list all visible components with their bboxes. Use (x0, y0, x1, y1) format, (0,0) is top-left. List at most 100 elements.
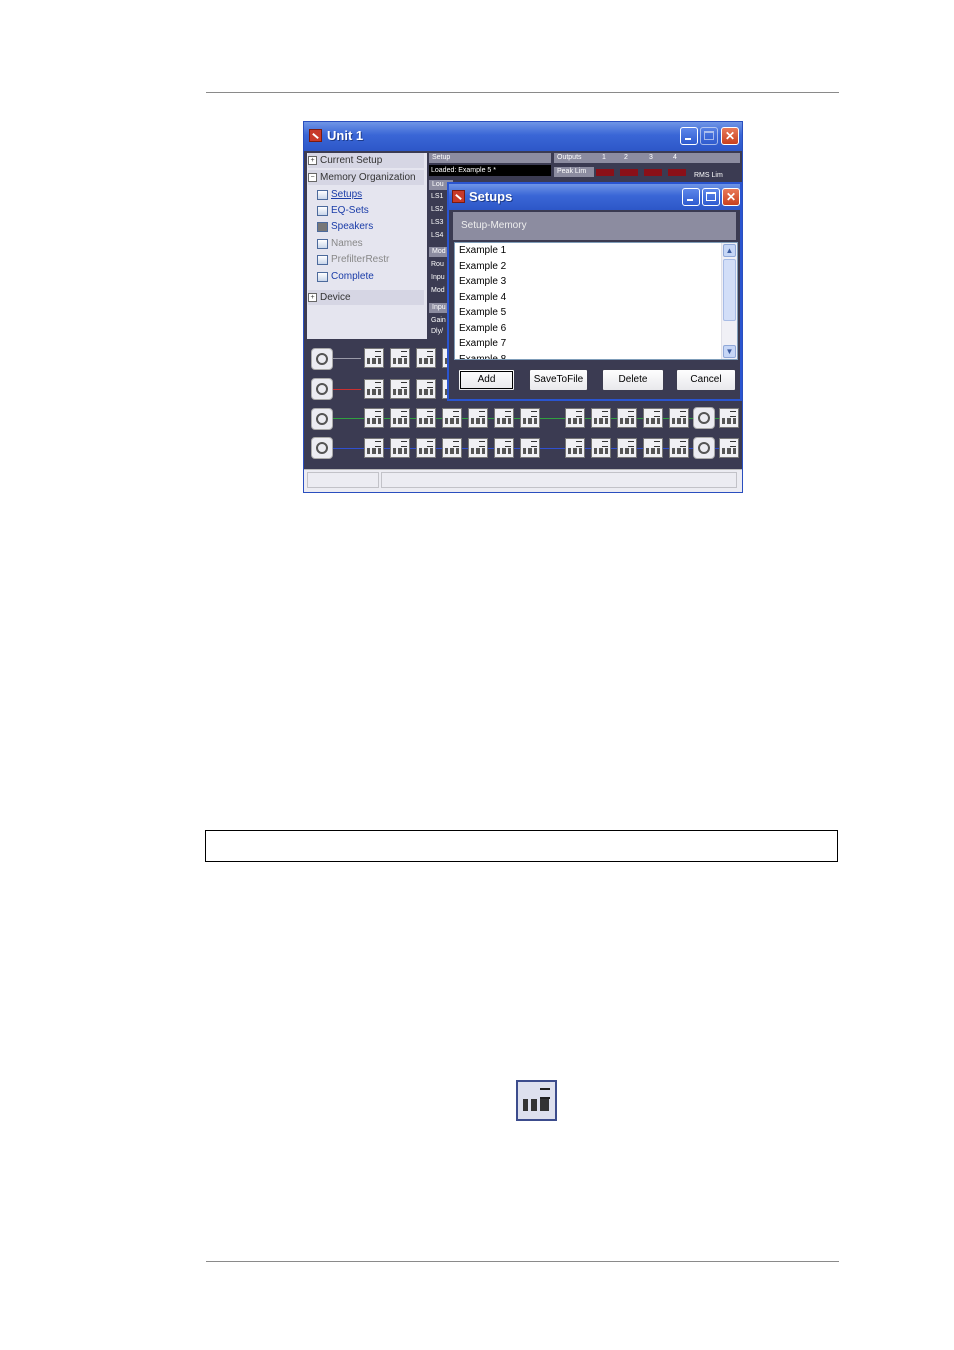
maximize-button[interactable] (700, 127, 718, 145)
tree-memory-organization-label: Memory Organization (320, 172, 416, 183)
list-item[interactable]: Example 8 (455, 352, 737, 360)
gain-block-icon[interactable] (669, 438, 689, 458)
filter-block-icon[interactable] (565, 408, 585, 428)
tree-item-prefilter[interactable]: PrefilterRestr (317, 254, 389, 265)
filter-block-icon[interactable] (416, 379, 436, 399)
dialog-minimize-button[interactable] (682, 188, 700, 206)
eq-block-icon-large (516, 1080, 557, 1121)
dialog-close-button[interactable]: ✕ (722, 188, 740, 206)
speaker-block-icon[interactable] (591, 438, 611, 458)
channel-2: 2 (624, 154, 628, 161)
outputs-header: Outputs 1 2 3 4 (554, 153, 740, 163)
tree-device[interactable]: + Device (308, 290, 424, 305)
list-item[interactable]: Example 3 (455, 274, 737, 290)
expand-icon[interactable]: + (308, 293, 317, 302)
expand-icon[interactable]: + (308, 156, 317, 165)
cancel-button[interactable]: Cancel (676, 369, 736, 391)
list-item[interactable]: Example 4 (455, 290, 737, 306)
setup-list[interactable]: Example 1 Example 2 Example 3 Example 4 … (454, 242, 738, 360)
note-box (205, 830, 838, 862)
save-to-file-button[interactable]: SaveToFile (529, 369, 588, 391)
amp-block-icon[interactable] (719, 438, 739, 458)
input-icon[interactable] (311, 437, 333, 459)
tree-item-setups[interactable]: Setups (317, 189, 362, 200)
wire-channel-1 (331, 358, 361, 359)
ls2-label: LS2 (431, 206, 444, 213)
tree-memory-organization[interactable]: − Memory Organization (308, 170, 424, 185)
close-button[interactable]: ✕ (721, 127, 739, 145)
list-item[interactable]: Example 1 (455, 243, 737, 259)
tree-item-label: EQ-Sets (331, 205, 369, 216)
filter-block-icon[interactable] (468, 408, 488, 428)
filter-block-icon[interactable] (390, 438, 410, 458)
output-meter-2 (620, 169, 638, 176)
delay-block-icon[interactable] (494, 408, 514, 428)
delete-button[interactable]: Delete (602, 369, 664, 391)
scroll-down-icon[interactable]: ▼ (723, 345, 736, 358)
app-icon (309, 129, 322, 142)
crossover-block-icon[interactable] (617, 408, 637, 428)
collapse-icon[interactable]: − (308, 173, 317, 182)
list-item[interactable]: Example 2 (455, 259, 737, 275)
delay-block-icon[interactable] (494, 438, 514, 458)
output-icon[interactable] (693, 407, 715, 429)
tree-item-complete[interactable]: Complete (317, 271, 374, 282)
ls3-label: LS3 (431, 219, 444, 226)
tree-current-setup-label: Current Setup (320, 155, 383, 166)
add-button[interactable]: Add (458, 369, 515, 391)
tree-current-setup[interactable]: + Current Setup (308, 153, 424, 168)
names-icon (317, 238, 328, 249)
tree-item-eq-sets[interactable]: EQ-Sets (317, 205, 369, 216)
minimize-button[interactable] (680, 127, 698, 145)
navigation-tree: + Current Setup − Memory Organization Se… (307, 153, 427, 339)
dialog-titlebar[interactable]: Setups ✕ (449, 184, 740, 210)
filter-block-icon[interactable] (390, 379, 410, 399)
output-meter-3 (644, 169, 662, 176)
filter-block-icon[interactable] (468, 438, 488, 458)
crossover-block-icon[interactable] (617, 438, 637, 458)
speaker-block-icon[interactable] (591, 408, 611, 428)
delay-label: Dly/ (431, 328, 444, 335)
rms-limiter-label: RMS Lim (694, 172, 723, 179)
prefilter-icon (317, 254, 328, 265)
ls4-label: LS4 (431, 232, 444, 239)
input-label: Inpu (431, 274, 445, 281)
gain-block-icon[interactable] (669, 408, 689, 428)
output-icon[interactable] (693, 437, 715, 459)
filter-block-icon[interactable] (390, 408, 410, 428)
filter-block-icon[interactable] (565, 438, 585, 458)
input-icon[interactable] (311, 378, 333, 400)
input-icon[interactable] (311, 348, 333, 370)
scroll-up-icon[interactable]: ▲ (723, 244, 736, 257)
wire-channel-2 (331, 389, 361, 390)
list-item[interactable]: Example 6 (455, 321, 737, 337)
input-icon[interactable] (311, 408, 333, 430)
peak-limiter-label: Peak Lim (554, 167, 594, 177)
channel-3: 3 (649, 154, 653, 161)
filter-block-icon[interactable] (416, 438, 436, 458)
delay-block-icon[interactable] (643, 438, 663, 458)
eq-block-icon[interactable] (364, 348, 384, 368)
filter-block-icon[interactable] (390, 348, 410, 368)
list-item[interactable]: Example 5 (455, 305, 737, 321)
eq-block-icon[interactable] (364, 408, 384, 428)
eq-block-icon[interactable] (364, 379, 384, 399)
gain-block-icon[interactable] (520, 438, 540, 458)
dialog-maximize-button[interactable] (702, 188, 720, 206)
tree-item-speakers[interactable]: Speakers (317, 221, 373, 232)
filter-block-icon[interactable] (442, 408, 462, 428)
tree-item-names[interactable]: Names (317, 238, 363, 249)
complete-icon (317, 271, 328, 282)
list-scrollbar[interactable]: ▲ ▼ (721, 243, 737, 359)
scroll-thumb[interactable] (723, 259, 736, 321)
delay-block-icon[interactable] (643, 408, 663, 428)
filter-block-icon[interactable] (442, 438, 462, 458)
filter-block-icon[interactable] (416, 408, 436, 428)
output-meter-4 (668, 169, 686, 176)
filter-block-icon[interactable] (416, 348, 436, 368)
amp-block-icon[interactable] (719, 408, 739, 428)
gain-block-icon[interactable] (520, 408, 540, 428)
eq-block-icon[interactable] (364, 438, 384, 458)
window-titlebar[interactable]: Unit 1 ✕ (304, 122, 742, 151)
list-item[interactable]: Example 7 (455, 336, 737, 352)
